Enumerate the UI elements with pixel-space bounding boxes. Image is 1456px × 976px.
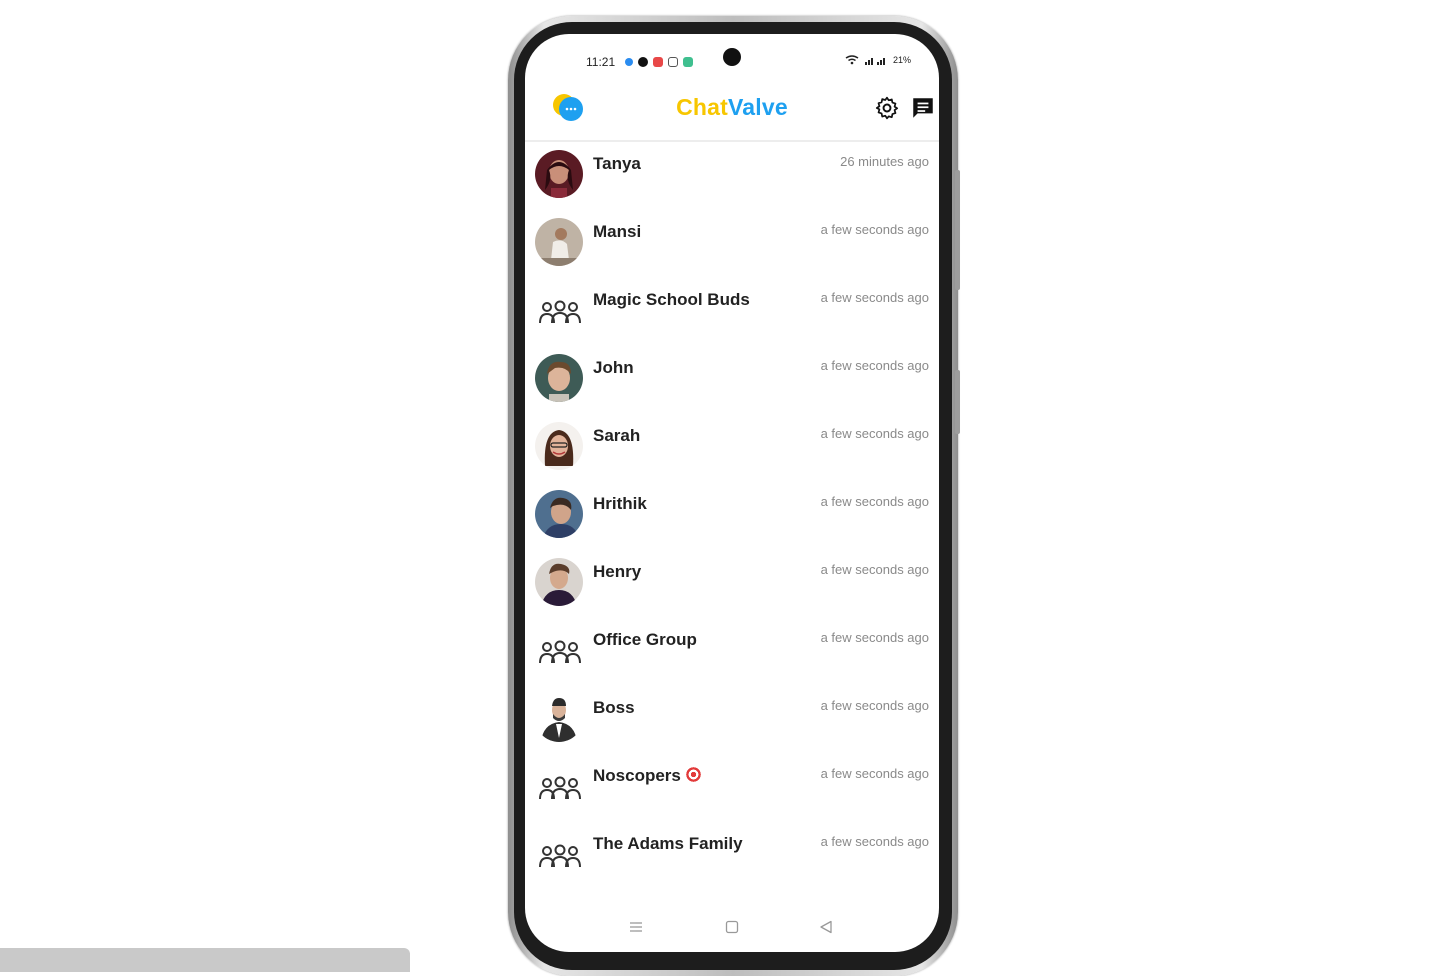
chat-row-noscopers[interactable]: Noscopers a few seconds ago <box>525 756 939 824</box>
chat-row-tanya[interactable]: Tanya 26 minutes ago <box>525 144 939 212</box>
avatar <box>535 490 583 538</box>
power-button <box>955 370 960 434</box>
app-title-chat: Chat <box>676 94 729 120</box>
chat-name: Boss <box>593 698 635 717</box>
chat-name-text: Noscopers <box>593 766 681 785</box>
group-icon <box>539 776 581 800</box>
chat-list: Tanya 26 minutes ago Mansi a few seconds… <box>525 144 939 892</box>
mail-notification-icon <box>653 57 663 67</box>
volume-button <box>955 170 960 290</box>
chat-name: Office Group <box>593 630 697 649</box>
chat-name: Sarah <box>593 426 641 445</box>
download-icon <box>683 57 693 67</box>
chat-time: a few seconds ago <box>820 698 929 713</box>
group-icon <box>539 844 581 868</box>
chat-time: a few seconds ago <box>820 766 929 781</box>
notification-icons <box>625 57 693 67</box>
signal-icon <box>864 58 885 65</box>
group-icon <box>539 300 581 324</box>
chat-time: a few seconds ago <box>820 358 929 373</box>
chat-row-the-adams-family[interactable]: The Adams Family a few seconds ago <box>525 824 939 892</box>
message-icon[interactable] <box>910 95 936 121</box>
avatar <box>535 150 583 198</box>
avatar <box>535 694 583 742</box>
app-header: ChatValve <box>525 84 939 142</box>
wifi-icon <box>845 55 859 65</box>
chat-time: a few seconds ago <box>820 290 929 305</box>
chat-time: a few seconds ago <box>820 426 929 441</box>
chat-name: Magic School Buds <box>593 290 750 309</box>
chat-time: a few seconds ago <box>820 494 929 509</box>
chat-row-mansi[interactable]: Mansi a few seconds ago <box>525 212 939 280</box>
avatar <box>535 218 583 266</box>
app-notification-icon <box>638 57 648 67</box>
battery-level: 21% <box>892 55 911 65</box>
status-right: 21% <box>845 55 911 65</box>
group-icon <box>539 640 581 664</box>
front-camera <box>723 48 741 66</box>
chat-row-office-group[interactable]: Office Group a few seconds ago <box>525 620 939 688</box>
chat-row-henry[interactable]: Henry a few seconds ago <box>525 552 939 620</box>
chat-name: Henry <box>593 562 642 581</box>
chat-name: Tanya <box>593 154 641 173</box>
target-icon <box>684 766 702 783</box>
bottom-bar <box>0 948 410 972</box>
home-square-icon[interactable] <box>725 920 739 934</box>
chat-time: 26 minutes ago <box>840 154 929 169</box>
avatar <box>535 354 583 402</box>
chat-time: a few seconds ago <box>820 222 929 237</box>
app-title-valve: Valve <box>728 94 788 120</box>
chat-time: a few seconds ago <box>820 834 929 849</box>
chat-time: a few seconds ago <box>820 562 929 577</box>
chat-row-magic-school-buds[interactable]: Magic School Buds a few seconds ago <box>525 280 939 348</box>
chat-name: The Adams Family <box>593 834 743 853</box>
chat-name: Hrithik <box>593 494 647 513</box>
system-nav-bar <box>525 914 939 944</box>
chat-name: John <box>593 358 634 377</box>
chat-row-sarah[interactable]: Sarah a few seconds ago <box>525 416 939 484</box>
chat-time: a few seconds ago <box>820 630 929 645</box>
chat-name: Mansi <box>593 222 642 241</box>
menu-icon[interactable] <box>629 920 643 934</box>
chat-row-boss[interactable]: Boss a few seconds ago <box>525 688 939 756</box>
chat-row-hrithik[interactable]: Hrithik a few seconds ago <box>525 484 939 552</box>
status-time: 11:21 <box>586 55 616 69</box>
phone-screen: 11:21 21% ChatValve Tanya 26 minutes ago… <box>525 34 939 952</box>
chat-row-john[interactable]: John a few seconds ago <box>525 348 939 416</box>
avatar <box>535 422 583 470</box>
bluetooth-icon <box>625 58 633 66</box>
gear-icon[interactable] <box>874 95 900 121</box>
gmail-icon <box>668 57 678 67</box>
back-triangle-icon[interactable] <box>819 920 833 934</box>
chat-name: Noscopers <box>593 766 702 786</box>
avatar <box>535 558 583 606</box>
status-bar: 11:21 21% <box>525 34 939 84</box>
